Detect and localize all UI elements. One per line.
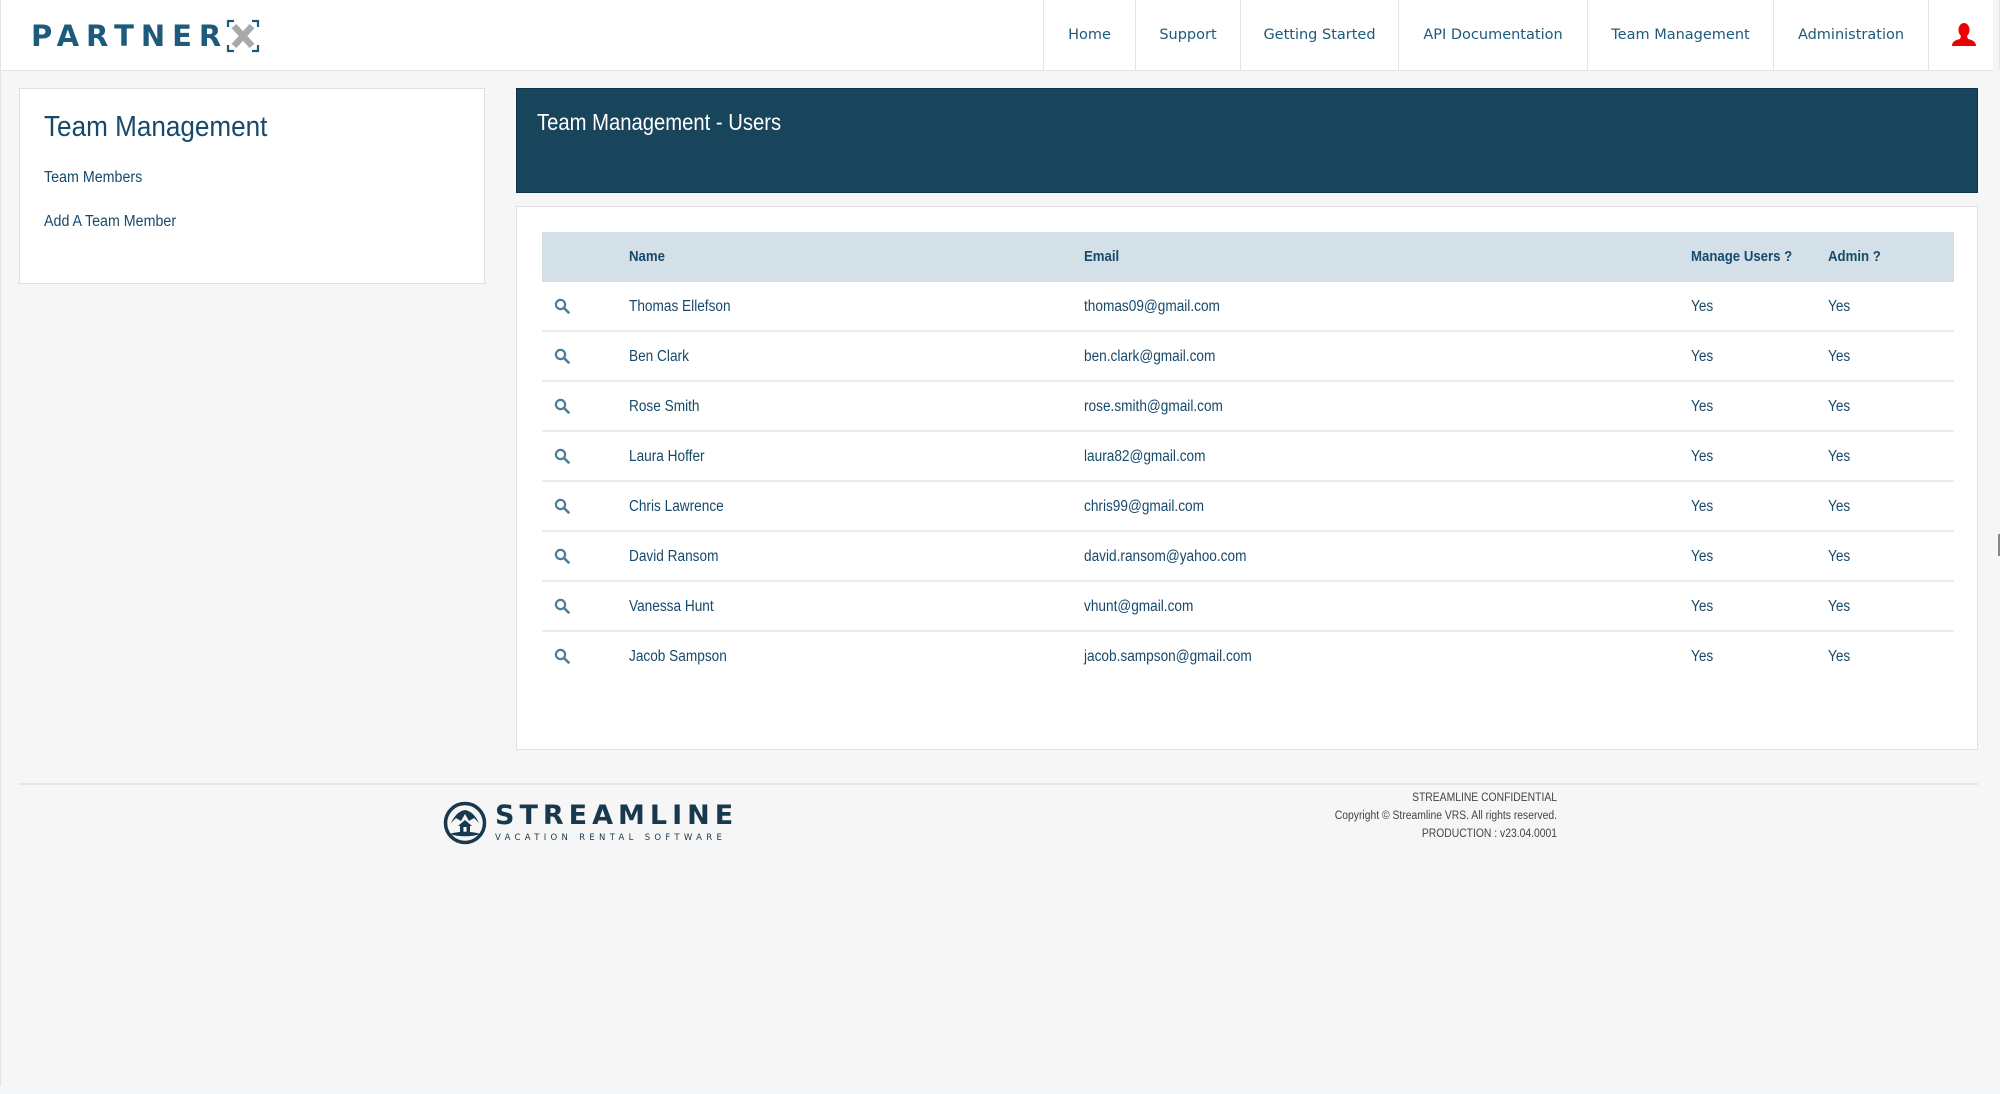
cell-name: Laura Hoffer — [629, 432, 705, 481]
cell-admin: Yes — [1828, 332, 1850, 381]
nav-administration[interactable]: Administration — [1773, 0, 1928, 70]
cell-manage-users: Yes — [1691, 582, 1713, 631]
cell-admin: Yes — [1828, 282, 1850, 331]
magnifier-icon[interactable] — [554, 648, 570, 664]
table-row: Rose Smith rose.smith@gmail.com Yes Yes — [542, 382, 1954, 432]
page-title: Team Management - Users — [537, 109, 781, 136]
cell-admin: Yes — [1828, 582, 1850, 631]
column-header-email[interactable]: Email — [1084, 232, 1119, 282]
top-navbar: PARTNER Home Support Getting Started API… — [1, 0, 1993, 71]
cell-admin: Yes — [1828, 632, 1850, 681]
logo-text: PARTNER — [31, 19, 228, 53]
cell-email: jacob.sampson@gmail.com — [1084, 632, 1252, 681]
cell-email: rose.smith@gmail.com — [1084, 382, 1223, 431]
x-mark-icon — [226, 19, 260, 53]
users-table-card: Name Email Manage Users ? Admin ? Thomas… — [516, 206, 1978, 750]
table-row: Jacob Sampson jacob.sampson@gmail.com Ye… — [542, 632, 1954, 680]
magnifier-icon[interactable] — [554, 348, 570, 364]
table-row: Thomas Ellefson thomas09@gmail.com Yes Y… — [542, 282, 1954, 332]
footer-version: PRODUCTION : v23.04.0001 — [1237, 825, 1557, 843]
table-row: Chris Lawrence chris99@gmail.com Yes Yes — [542, 482, 1954, 532]
nav-label: Team Management — [1611, 27, 1749, 43]
nav-api-documentation[interactable]: API Documentation — [1398, 0, 1587, 70]
cell-email: ben.clark@gmail.com — [1084, 332, 1215, 381]
table-row: David Ransom david.ransom@yahoo.com Yes … — [542, 532, 1954, 582]
streamline-house-icon — [443, 801, 487, 845]
page: PARTNER Home Support Getting Started API… — [0, 0, 1993, 1086]
cell-manage-users: Yes — [1691, 332, 1713, 381]
sidebar-link-team-members[interactable]: Team Members — [44, 169, 142, 187]
column-header-manage-users[interactable]: Manage Users ? — [1691, 232, 1792, 282]
cell-name: Ben Clark — [629, 332, 689, 381]
cell-manage-users: Yes — [1691, 432, 1713, 481]
cell-admin: Yes — [1828, 432, 1850, 481]
nav-team-management[interactable]: Team Management — [1587, 0, 1773, 70]
cell-admin: Yes — [1828, 482, 1850, 531]
magnifier-icon[interactable] — [554, 498, 570, 514]
column-header-name[interactable]: Name — [629, 232, 665, 282]
cell-manage-users: Yes — [1691, 532, 1713, 581]
table-body: Thomas Ellefson thomas09@gmail.com Yes Y… — [542, 282, 1954, 680]
nav-label: Administration — [1798, 27, 1904, 43]
cell-manage-users: Yes — [1691, 632, 1713, 681]
users-table: Name Email Manage Users ? Admin ? Thomas… — [542, 232, 1954, 680]
footer-divider — [19, 783, 1978, 785]
cell-email: laura82@gmail.com — [1084, 432, 1206, 481]
sidebar-card: Team Management Team Members Add A Team … — [19, 88, 485, 284]
cell-name: Vanessa Hunt — [629, 582, 714, 631]
footer-logo-tagline: VACATION RENTAL SOFTWARE — [495, 832, 738, 844]
cell-admin: Yes — [1828, 532, 1850, 581]
cell-name: Rose Smith — [629, 382, 700, 431]
cell-email: thomas09@gmail.com — [1084, 282, 1220, 331]
nav-label: API Documentation — [1423, 27, 1562, 43]
magnifier-icon[interactable] — [554, 448, 570, 464]
table-row: Laura Hoffer laura82@gmail.com Yes Yes — [542, 432, 1954, 482]
cell-name: Jacob Sampson — [629, 632, 727, 681]
column-header-admin[interactable]: Admin ? — [1828, 232, 1881, 282]
magnifier-icon[interactable] — [554, 298, 570, 314]
streamline-logo: STREAMLINE VACATION RENTAL SOFTWARE — [443, 801, 738, 845]
cell-manage-users: Yes — [1691, 482, 1713, 531]
nav-label: Getting Started — [1263, 27, 1375, 43]
magnifier-icon[interactable] — [554, 398, 570, 414]
partnerx-logo[interactable]: PARTNER — [31, 18, 260, 54]
footer-confidential: STREAMLINE CONFIDENTIAL — [1237, 789, 1557, 807]
main-nav: Home Support Getting Started API Documen… — [1043, 0, 2000, 70]
cell-name: Thomas Ellefson — [629, 282, 731, 331]
cell-name: Chris Lawrence — [629, 482, 724, 531]
page-banner: Team Management - Users — [516, 88, 1978, 193]
cell-email: chris99@gmail.com — [1084, 482, 1204, 531]
footer-info: STREAMLINE CONFIDENTIAL Copyright © Stre… — [1201, 789, 1557, 843]
table-header: Name Email Manage Users ? Admin ? — [542, 232, 1954, 282]
cell-email: david.ransom@yahoo.com — [1084, 532, 1246, 581]
cell-manage-users: Yes — [1691, 382, 1713, 431]
sidebar-link-add-team-member[interactable]: Add A Team Member — [44, 213, 176, 231]
nav-getting-started[interactable]: Getting Started — [1240, 0, 1398, 70]
user-icon — [1951, 22, 1977, 48]
cell-manage-users: Yes — [1691, 282, 1713, 331]
nav-home[interactable]: Home — [1043, 0, 1135, 70]
cell-email: vhunt@gmail.com — [1084, 582, 1193, 631]
footer-logo-name: STREAMLINE — [495, 802, 738, 830]
magnifier-icon[interactable] — [554, 598, 570, 614]
nav-support[interactable]: Support — [1135, 0, 1240, 70]
sidebar-title: Team Management — [44, 111, 267, 144]
magnifier-icon[interactable] — [554, 548, 570, 564]
table-row: Ben Clark ben.clark@gmail.com Yes Yes — [542, 332, 1954, 382]
footer-copyright: Copyright © Streamline VRS. All rights r… — [1237, 807, 1557, 825]
user-menu-button[interactable] — [1928, 0, 2000, 70]
cell-name: David Ransom — [629, 532, 718, 581]
cell-admin: Yes — [1828, 382, 1850, 431]
nav-label: Home — [1068, 27, 1111, 43]
table-row: Vanessa Hunt vhunt@gmail.com Yes Yes — [542, 582, 1954, 632]
nav-label: Support — [1159, 27, 1216, 43]
